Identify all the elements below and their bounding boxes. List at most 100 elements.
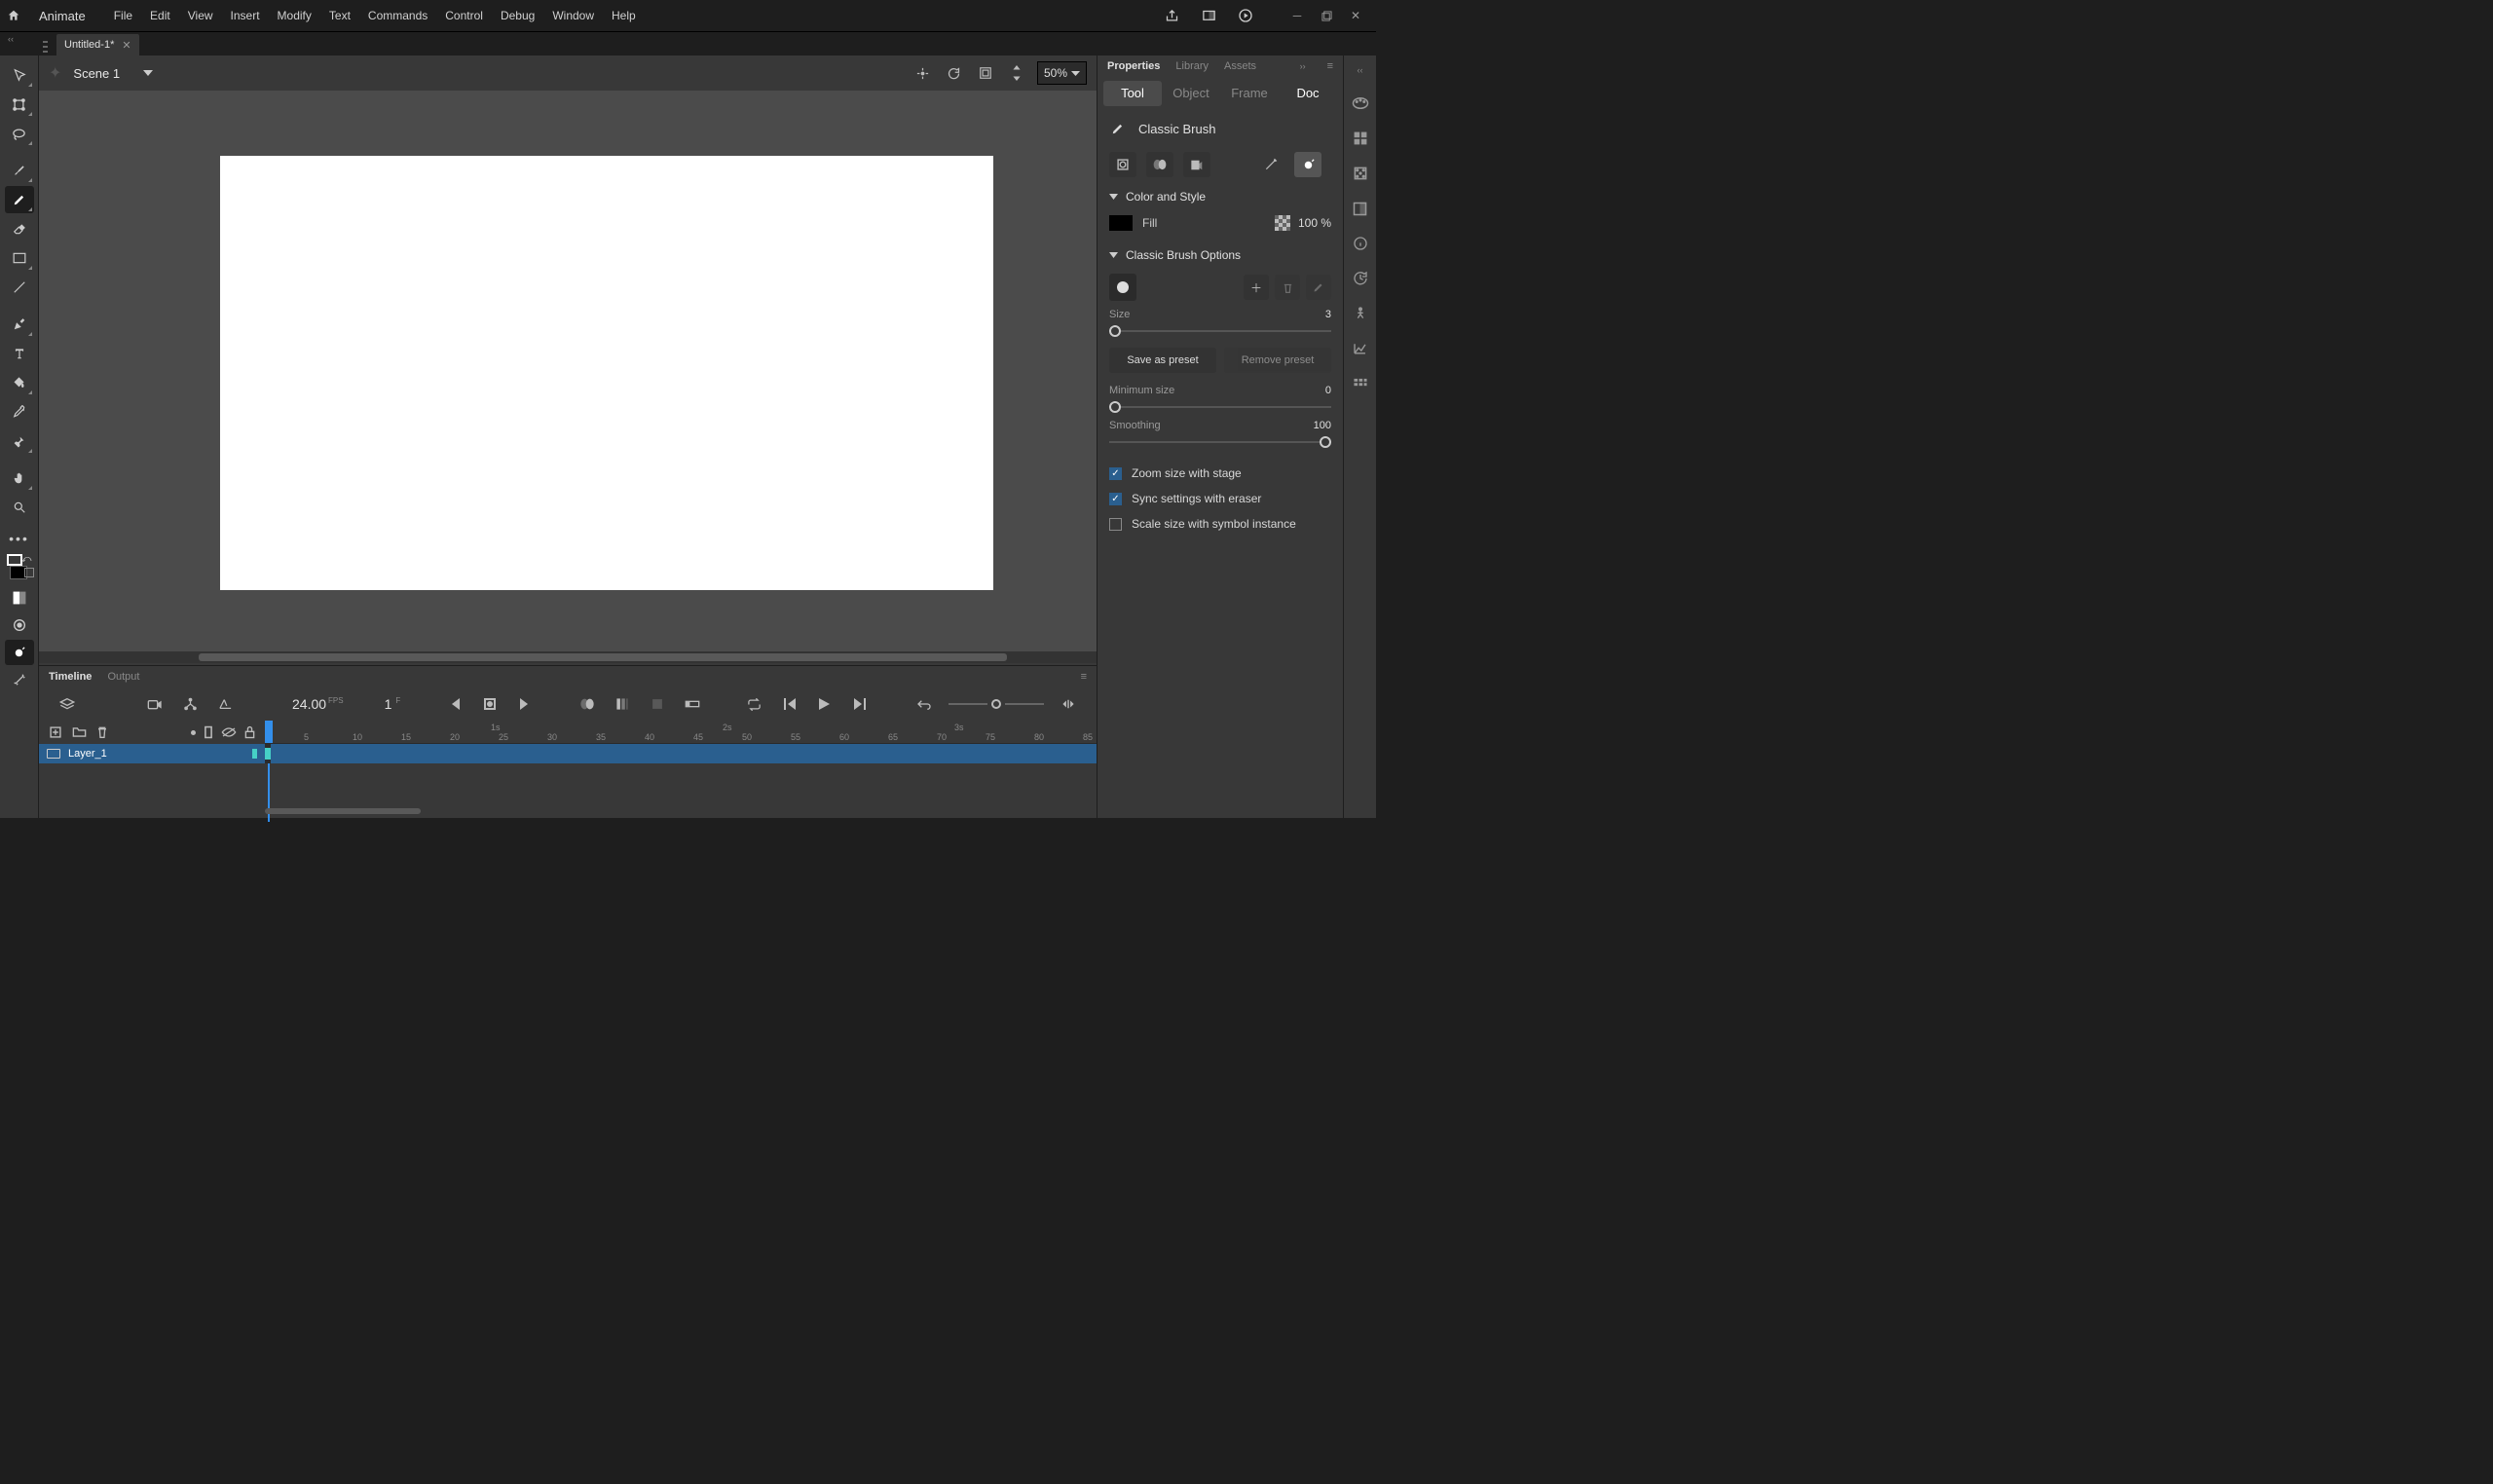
current-frame[interactable]: 1F [385,696,401,712]
fluid-brush-tool[interactable] [5,157,34,184]
menu-edit[interactable]: Edit [141,0,179,32]
prev-keyframe-icon[interactable] [444,693,465,715]
menu-debug[interactable]: Debug [492,0,543,32]
option-snap-icon[interactable] [5,612,34,638]
menu-commands[interactable]: Commands [359,0,436,32]
subtab-tool[interactable]: Tool [1103,81,1162,106]
brush-shape-preview[interactable] [1109,274,1136,301]
scale-symbol-checkbox[interactable]: Scale size with symbol instance [1098,511,1343,537]
frame-pane[interactable]: 1s 2s 3s 5 10 15 20 25 30 35 40 45 [265,721,1097,818]
transform-panel-icon[interactable] [1350,198,1371,219]
timeline-zoom-slider[interactable] [949,699,1044,709]
components-panel-icon[interactable] [1350,373,1371,394]
insert-keyframe-icon[interactable] [479,693,501,715]
eyedropper-tool[interactable] [5,398,34,426]
zoom-with-stage-checkbox[interactable]: ✓Zoom size with stage [1098,461,1343,486]
close-tab-icon[interactable]: ✕ [122,39,130,52]
marker-icon[interactable] [647,693,668,715]
subtab-object[interactable]: Object [1162,81,1220,106]
rectangle-tool[interactable] [5,244,34,272]
stage-canvas[interactable] [220,156,993,590]
fill-alpha-value[interactable]: 100 % [1298,216,1331,230]
new-folder-icon[interactable] [72,726,87,738]
rig-panel-icon[interactable] [1350,303,1371,324]
align-panel-icon[interactable] [1350,163,1371,184]
classic-brush-tool[interactable] [5,186,34,213]
section-brush-options[interactable]: Classic Brush Options [1098,241,1343,270]
play-icon[interactable] [814,693,836,715]
option-black-white-icon[interactable] [5,585,34,611]
collapse-tools-icon[interactable]: ‹‹ [8,34,14,44]
paint-behind-icon[interactable] [1183,152,1210,177]
swatches-panel-icon[interactable] [1350,128,1371,149]
color-panel-icon[interactable] [1350,93,1371,114]
menu-help[interactable]: Help [603,0,645,32]
line-tool[interactable] [5,274,34,301]
paint-bucket-tool[interactable] [5,369,34,396]
stroke-swatch[interactable] [7,554,22,566]
smoothing-slider[interactable] [1109,433,1331,451]
add-camera-icon[interactable] [144,693,166,715]
workspace-grip-icon[interactable] [39,38,51,56]
menu-view[interactable]: View [179,0,222,32]
layer-row[interactable]: Layer_1 [39,744,265,763]
collapse-panel-icon[interactable]: ›› [1300,61,1306,71]
zoom-dropdown[interactable]: 50% [1037,61,1087,85]
expand-dock-icon[interactable]: ‹‹ [1358,65,1363,75]
menu-text[interactable]: Text [320,0,359,32]
step-forward-icon[interactable] [849,693,871,715]
frame-row[interactable] [265,744,1097,763]
size-slider[interactable] [1109,322,1331,340]
object-drawing-icon[interactable] [1109,152,1136,177]
timeline-tab[interactable]: Timeline [49,671,92,683]
default-colors-icon[interactable]: ⤺ [21,554,32,565]
option-brush-mode-icon[interactable] [5,640,34,665]
menu-file[interactable]: File [105,0,141,32]
save-preset-button[interactable]: Save as preset [1109,348,1216,373]
edit-preset-icon[interactable] [1306,275,1331,300]
alpha-checker-icon[interactable] [1275,215,1290,231]
color-swatches[interactable]: ⤺ [4,554,35,583]
visibility-toggle-icon[interactable] [221,726,237,738]
close-button[interactable]: ✕ [1341,5,1370,26]
timeline-ruler[interactable]: 1s 2s 3s 5 10 15 20 25 30 35 40 45 [265,721,1097,744]
layers-view-icon[interactable] [56,693,78,715]
graph-panel-icon[interactable] [1350,338,1371,359]
layer-parenting-icon[interactable] [179,693,201,715]
onion-skin-icon[interactable] [577,693,598,715]
add-preset-icon[interactable]: ＋ [1244,275,1269,300]
layer-depth-icon[interactable] [214,693,236,715]
tilt-icon[interactable] [1294,152,1321,177]
pin-tool[interactable] [5,427,34,455]
share-icon[interactable] [1162,6,1181,25]
minimize-button[interactable]: ─ [1283,5,1312,26]
pen-tool[interactable] [5,311,34,338]
min-size-value[interactable]: 0 [1325,385,1331,396]
rotate-view-icon[interactable] [944,62,965,84]
panel-menu-icon[interactable]: ≡ [1327,60,1333,72]
scene-dropdown[interactable]: Scene 1 [73,66,153,81]
undo-loop-icon[interactable] [913,693,935,715]
scene-nav-icon[interactable]: ✦ [49,63,61,83]
info-panel-icon[interactable] [1350,233,1371,254]
sync-eraser-checkbox[interactable]: ✓Sync settings with eraser [1098,486,1343,511]
history-panel-icon[interactable] [1350,268,1371,289]
free-transform-tool[interactable] [5,91,34,118]
edit-multiple-frames-icon[interactable] [612,693,633,715]
subtab-doc[interactable]: Doc [1279,81,1337,106]
delete-preset-icon[interactable] [1275,275,1300,300]
stage-h-scrollbar[interactable] [39,651,1097,663]
subtab-frame[interactable]: Frame [1220,81,1279,106]
section-color-style[interactable]: Color and Style [1098,182,1343,211]
scrollbar-thumb[interactable] [265,808,421,814]
fit-timeline-icon[interactable] [1058,693,1079,715]
clip-stage-icon[interactable] [975,62,996,84]
smoothing-value[interactable]: 100 [1314,420,1331,431]
step-back-icon[interactable] [779,693,800,715]
scrollbar-thumb[interactable] [199,653,1007,661]
menu-insert[interactable]: Insert [222,0,269,32]
pressure-icon[interactable] [1257,152,1284,177]
home-icon[interactable] [0,0,27,32]
zoom-stepper-icon[interactable] [1006,62,1027,84]
play-test-icon[interactable] [1236,6,1255,25]
